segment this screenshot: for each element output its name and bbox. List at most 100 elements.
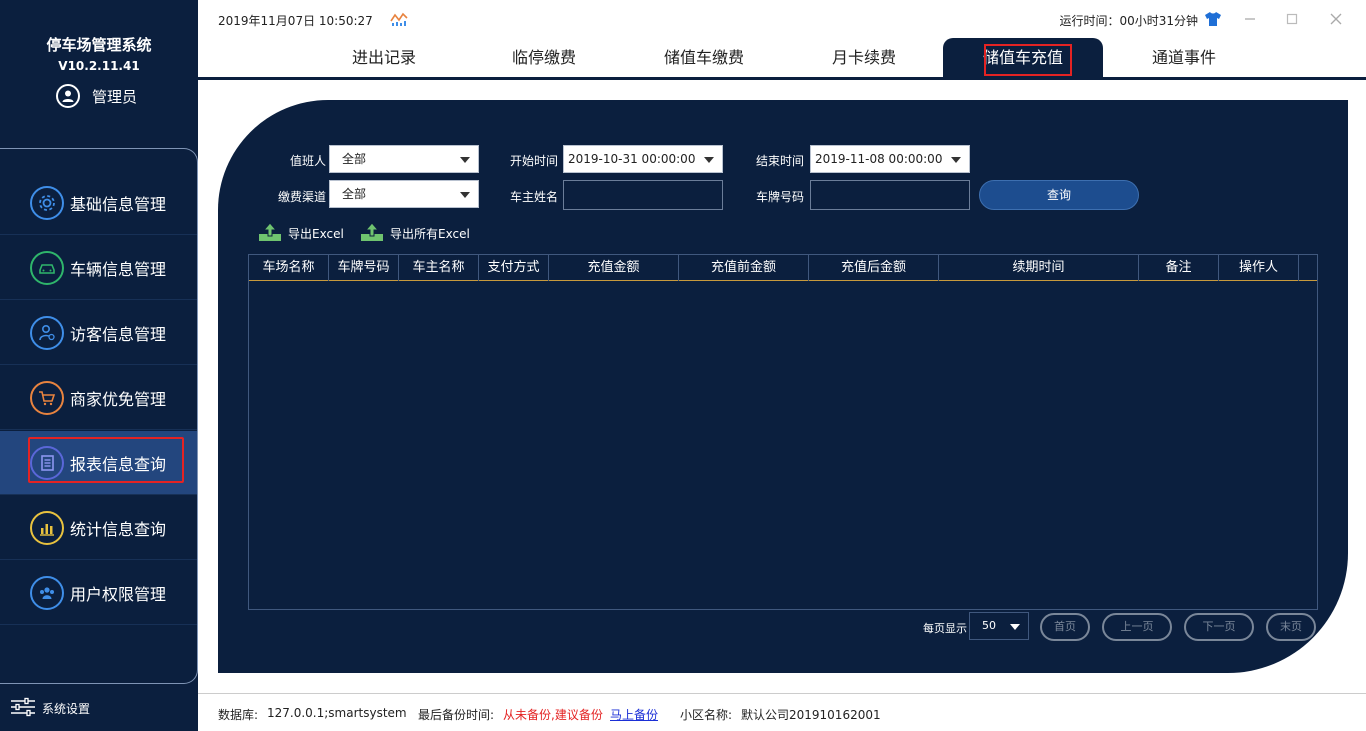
column-header[interactable]: 备注 xyxy=(1139,255,1219,281)
start-time-label: 开始时间 xyxy=(509,154,558,168)
query-button[interactable]: 查询 xyxy=(979,180,1139,210)
sidebar-item-statistics-query[interactable]: 统计信息查询 xyxy=(0,496,197,560)
per-page-select[interactable]: 50 xyxy=(969,612,1029,640)
system-settings-button[interactable]: 系统设置 xyxy=(10,697,90,720)
per-page-value: 50 xyxy=(982,619,996,632)
tab-entry-exit-records[interactable]: 进出记录 xyxy=(304,38,464,77)
column-header[interactable]: 支付方式 xyxy=(479,255,549,281)
column-header[interactable]: 充值前金额 xyxy=(679,255,809,281)
sidebar-item-label: 访客信息管理 xyxy=(70,324,167,344)
export-all-excel-button[interactable]: 导出所有Excel xyxy=(360,222,470,245)
status-bar: 数据库: 127.0.0.1;smartsystem 最后备份时间: 从未备份,… xyxy=(198,693,1366,731)
column-header[interactable]: 操作人 xyxy=(1219,255,1299,281)
system-settings-label: 系统设置 xyxy=(42,702,91,716)
owner-name-input[interactable] xyxy=(563,180,723,210)
sidebar-item-label: 报表信息查询 xyxy=(70,454,167,474)
chevron-down-icon xyxy=(460,192,470,198)
users-icon xyxy=(30,575,64,610)
column-header[interactable]: 车主名称 xyxy=(399,255,479,281)
plate-number-label: 车牌号码 xyxy=(755,190,804,204)
duty-select[interactable]: 全部 xyxy=(329,145,479,173)
gear-icon xyxy=(30,185,64,220)
tab-stored-value-fee[interactable]: 储值车缴费 xyxy=(624,38,784,77)
export-excel-label: 导出Excel xyxy=(288,227,344,241)
column-header[interactable]: 充值后金额 xyxy=(809,255,939,281)
community-label: 小区名称: xyxy=(680,708,733,722)
payment-channel-label: 缴费渠道 xyxy=(277,190,326,204)
table-header: 车场名称 车牌号码 车主名称 支付方式 充值金额 充值前金额 充值后金额 续期时… xyxy=(249,255,1317,281)
first-page-button[interactable]: 首页 xyxy=(1040,613,1090,641)
sidebar-item-basic-info[interactable]: 基础信息管理 xyxy=(0,171,197,235)
user-icon xyxy=(56,84,80,108)
maximize-icon[interactable] xyxy=(1282,9,1302,29)
chevron-down-icon xyxy=(951,157,961,163)
sidebar-item-vehicle-info[interactable]: 车辆信息管理 xyxy=(0,236,197,300)
app-version: V10.2.11.41 xyxy=(58,59,140,73)
end-time-value: 2019-11-08 00:00:00 xyxy=(815,152,943,166)
tab-channel-events[interactable]: 通道事件 xyxy=(1104,38,1264,77)
backup-now-link[interactable]: 马上备份 xyxy=(610,706,658,723)
tab-monthly-card-renewal[interactable]: 月卡续费 xyxy=(784,38,944,77)
sidebar-item-label: 商家优免管理 xyxy=(70,389,167,409)
close-icon[interactable] xyxy=(1326,9,1346,29)
export-icon xyxy=(258,222,282,245)
chevron-down-icon xyxy=(1010,624,1020,630)
start-time-picker[interactable]: 2019-10-31 00:00:00 xyxy=(563,145,723,173)
brand: 停车场管理系统 V10.2.11.41 xyxy=(0,34,198,73)
tab-stored-value-recharge[interactable]: 储值车充值 xyxy=(943,38,1103,77)
sidebar-item-label: 基础信息管理 xyxy=(70,194,167,214)
cart-icon xyxy=(30,380,64,415)
export-all-excel-label: 导出所有Excel xyxy=(390,227,470,241)
sidebar-item-merchant-discount[interactable]: 商家优免管理 xyxy=(0,366,197,430)
sidebar-item-label: 用户权限管理 xyxy=(70,584,167,604)
duty-select-value: 全部 xyxy=(342,152,367,166)
run-time: 运行时间：00小时31分钟 xyxy=(1059,14,1198,28)
trend-chart-icon[interactable] xyxy=(390,11,408,31)
per-page-label: 每页显示 xyxy=(923,622,967,635)
column-header[interactable]: 车场名称 xyxy=(249,255,329,281)
database-value: 127.0.0.1;smartsystem xyxy=(267,706,407,720)
sidebar-item-label: 车辆信息管理 xyxy=(70,259,167,279)
payment-channel-value: 全部 xyxy=(342,187,367,201)
duty-label: 值班人 xyxy=(289,154,326,168)
sidebar-menu: 基础信息管理 车辆信息管理 访客信息管理 商家优免管理 报表信息查询 统计信息查… xyxy=(0,148,198,684)
sliders-icon xyxy=(10,697,36,720)
skin-icon[interactable] xyxy=(1204,11,1222,31)
export-excel-button[interactable]: 导出Excel xyxy=(258,222,344,245)
end-time-label: 结束时间 xyxy=(755,154,804,168)
title-bar: 2019年11月07日 10:50:27 运行时间：00小时31分钟 xyxy=(198,0,1366,38)
sidebar-item-visitor-info[interactable]: 访客信息管理 xyxy=(0,301,197,365)
last-page-button[interactable]: 末页 xyxy=(1266,613,1316,641)
chevron-down-icon xyxy=(704,157,714,163)
payment-channel-select[interactable]: 全部 xyxy=(329,180,479,208)
backup-warning: 从未备份,建议备份 xyxy=(503,708,603,722)
user-info[interactable]: 管理员 xyxy=(56,84,137,108)
app-title: 停车场管理系统 xyxy=(46,36,152,54)
sidebar-item-report-query[interactable]: 报表信息查询 xyxy=(0,431,197,495)
chevron-down-icon xyxy=(460,157,470,163)
visitor-icon xyxy=(30,315,64,350)
database-label: 数据库: xyxy=(218,708,259,722)
car-icon xyxy=(30,250,64,285)
recharge-table: 车场名称 车牌号码 车主名称 支付方式 充值金额 充值前金额 充值后金额 续期时… xyxy=(248,254,1318,610)
tab-bar: 进出记录 临停缴费 储值车缴费 月卡续费 储值车充值 通道事件 xyxy=(198,38,1366,80)
export-icon xyxy=(360,222,384,245)
column-header[interactable]: 充值金额 xyxy=(549,255,679,281)
plate-number-input[interactable] xyxy=(810,180,970,210)
current-datetime: 2019年11月07日 10:50:27 xyxy=(218,14,373,28)
query-panel: 值班人 全部 开始时间 2019-10-31 00:00:00 结束时间 201… xyxy=(218,100,1348,673)
sidebar-item-label: 统计信息查询 xyxy=(70,519,167,539)
column-header[interactable]: 续期时间 xyxy=(939,255,1139,281)
sidebar-item-user-permissions[interactable]: 用户权限管理 xyxy=(0,561,197,625)
start-time-value: 2019-10-31 00:00:00 xyxy=(568,152,696,166)
owner-name-label: 车主姓名 xyxy=(509,190,558,204)
column-header[interactable]: 车牌号码 xyxy=(329,255,399,281)
next-page-button[interactable]: 下一页 xyxy=(1184,613,1254,641)
end-time-picker[interactable]: 2019-11-08 00:00:00 xyxy=(810,145,970,173)
prev-page-button[interactable]: 上一页 xyxy=(1102,613,1172,641)
tab-temporary-parking-fee[interactable]: 临停缴费 xyxy=(464,38,624,77)
minimize-icon[interactable] xyxy=(1240,9,1260,29)
bar-chart-icon xyxy=(30,510,64,545)
backup-time-label: 最后备份时间: xyxy=(418,708,495,722)
report-icon xyxy=(30,445,64,480)
